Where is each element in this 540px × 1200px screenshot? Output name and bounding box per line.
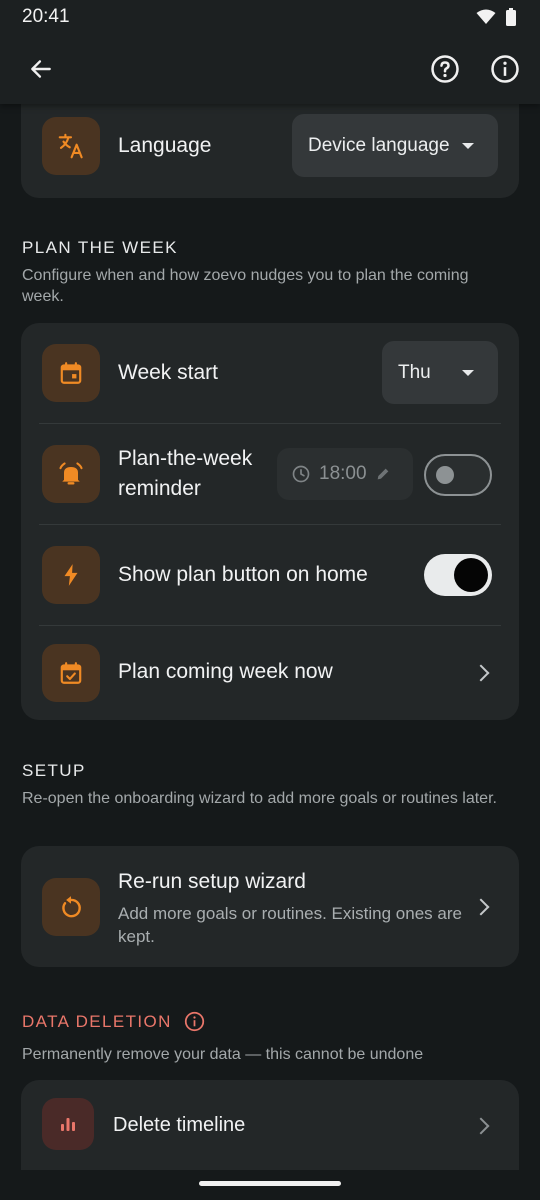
restart-icon: [62, 896, 81, 918]
settings-content: Language Device language PLAN THE WEEK C…: [0, 104, 540, 1200]
toggle-knob: [454, 558, 488, 592]
home-indicator: [199, 1181, 341, 1186]
week-start-icon-box: [42, 344, 100, 402]
reminder-label-line2: reminder: [118, 477, 201, 500]
reminder-row: Plan-the-week reminder 18:00: [21, 424, 519, 524]
language-icon-box: [42, 117, 100, 175]
bolt-icon: [64, 564, 78, 586]
reminder-time: 18:00: [319, 463, 367, 484]
week-start-row: Week start Thu: [21, 323, 519, 423]
arrow-left-icon: [31, 60, 51, 78]
show-plan-button-label: Show plan button on home: [118, 563, 368, 586]
caret-down-icon: [462, 142, 474, 149]
plan-section-description: Configure when and how zoevo nudges you …: [22, 267, 469, 305]
chevron-right-icon: [472, 664, 490, 682]
caret-down-icon: [462, 369, 474, 376]
plan-now-icon-box: [42, 644, 100, 702]
show-plan-button-row: Show plan button on home: [21, 525, 519, 625]
reminder-label-line1: Plan-the-week: [118, 447, 253, 470]
week-start-label: Week start: [118, 361, 218, 384]
battery-icon: [506, 8, 516, 26]
info-button[interactable]: [484, 48, 526, 90]
rerun-icon-box: [42, 878, 100, 936]
show-plan-icon-box: [42, 546, 100, 604]
reminder-toggle[interactable]: [424, 454, 492, 496]
plan-now-row[interactable]: Plan coming week now: [21, 626, 519, 720]
alarm-icon: [59, 462, 83, 485]
language-card: Language Device language: [21, 104, 519, 198]
status-time: 20:41: [22, 6, 70, 27]
info-icon: [491, 55, 519, 83]
show-plan-button-toggle[interactable]: [424, 554, 492, 596]
status-bar: 20:41: [0, 0, 540, 34]
delete-timeline-icon-box: [42, 1098, 94, 1150]
data-deletion-description: Permanently remove your data — this cann…: [22, 1046, 424, 1063]
pencil-icon: [377, 468, 388, 480]
toggle-knob: [436, 466, 454, 484]
week-start-value: Thu: [398, 361, 431, 383]
data-deletion-title: DATA DELETION: [22, 1011, 172, 1031]
app-bar: [0, 34, 540, 104]
chevron-right-icon: [472, 1117, 490, 1135]
setup-card[interactable]: Re-run setup wizard Add more goals or ro…: [21, 846, 519, 967]
reminder-time-chip[interactable]: 18:00: [277, 448, 413, 500]
wifi-icon: [476, 9, 496, 24]
back-button[interactable]: [20, 48, 62, 90]
language-dropdown[interactable]: Device language: [292, 114, 498, 177]
plan-now-label: Plan coming week now: [118, 660, 333, 683]
plan-card: Week start Thu Plan-the-week reminder 18…: [21, 323, 519, 720]
status-icons: [476, 8, 516, 26]
bar-chart-icon: [61, 1118, 75, 1131]
rerun-label: Re-run setup wizard: [118, 870, 306, 893]
info-icon[interactable]: [184, 1011, 205, 1032]
week-start-dropdown[interactable]: Thu: [382, 341, 498, 404]
app-bar-actions: [424, 48, 526, 90]
rerun-sublabel: Add more goals or routines. Existing one…: [118, 904, 462, 946]
delete-timeline-label: Delete timeline: [113, 1114, 246, 1136]
reminder-icon-box: [42, 445, 100, 503]
setup-section-description: Re-open the onboarding wizard to add mor…: [22, 790, 497, 807]
help-icon: [431, 55, 459, 83]
translate-icon: [58, 133, 83, 159]
help-button[interactable]: [424, 48, 466, 90]
language-value: Device language: [308, 134, 450, 156]
calendar-icon: [60, 362, 82, 384]
data-deletion-section-header: DATA DELETION: [22, 1011, 205, 1032]
delete-timeline-card[interactable]: Delete timeline: [21, 1080, 519, 1170]
plan-section-header: PLAN THE WEEK: [22, 238, 178, 257]
calendar-check-icon: [60, 662, 82, 684]
setup-section-header: SETUP: [22, 761, 86, 780]
language-label: Language: [118, 134, 212, 157]
clock-icon: [292, 465, 310, 483]
chevron-right-icon: [472, 898, 490, 916]
